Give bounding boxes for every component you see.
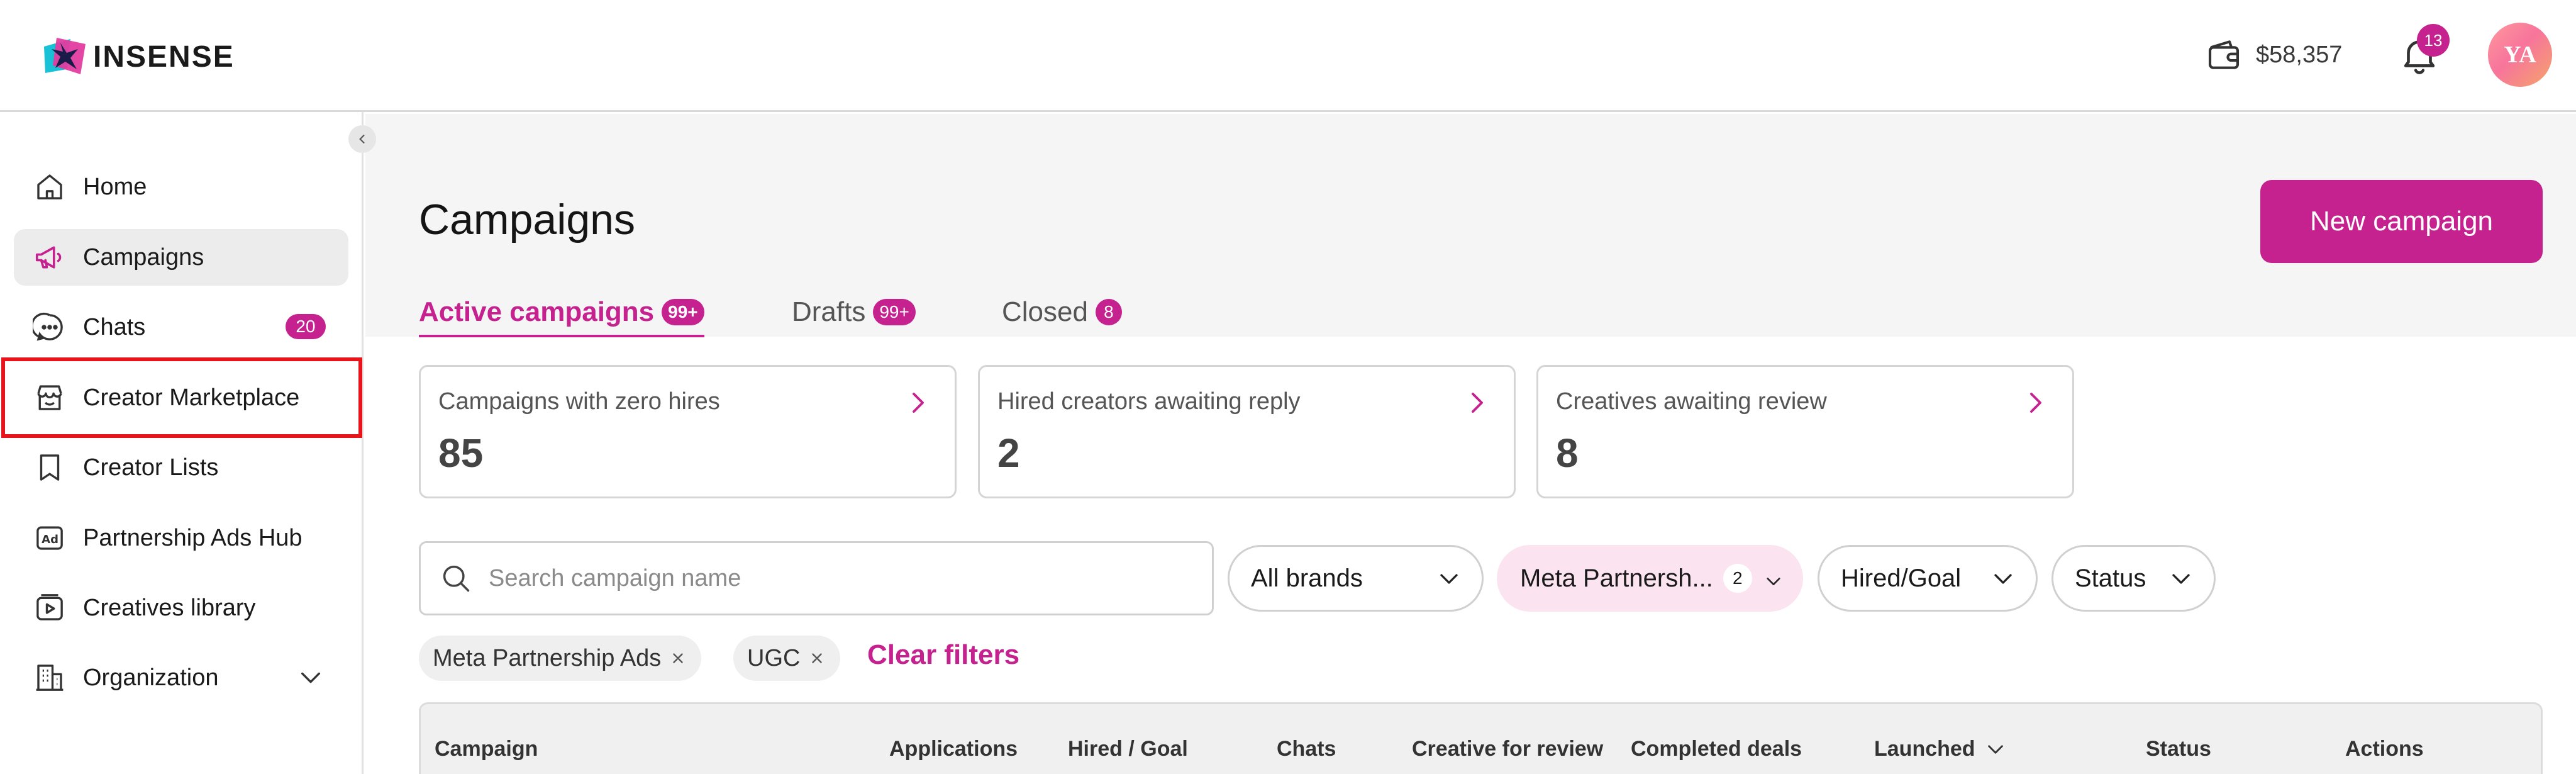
column-header-launched[interactable]: Launched [1874,737,2006,761]
sidebar-item-label: Organization [83,664,219,691]
column-header-hired-goal[interactable]: Hired / Goal [1068,737,1188,761]
chevron-right-icon [1472,393,1483,413]
sidebar-item-label: Creator Lists [83,454,219,481]
ad-icon: Ad [36,526,63,550]
sort-down-icon [1987,744,2003,754]
stat-card-zero-hires[interactable]: Campaigns with zero hires 85 [419,365,957,498]
stat-card-label: Campaigns with zero hires [438,388,720,415]
column-header-campaign[interactable]: Campaign [435,737,538,761]
tab-drafts[interactable]: Drafts 99+ [792,289,916,335]
sidebar-item-label: Home [83,173,147,200]
tab-label: Closed [1002,296,1088,327]
dropdown-value: All brands [1251,564,1363,592]
highlight-box [1,357,362,438]
tab-count-badge: 8 [1095,299,1122,325]
hired-goal-filter-dropdown[interactable]: Hired/Goal [1818,545,2038,612]
stat-card-label: Creatives awaiting review [1556,388,1827,415]
chip-label: UGC [747,644,801,671]
sidebar-item-chats[interactable]: Chats 20 [14,299,348,356]
insense-logo-icon [44,38,86,74]
sidebar-item-organization[interactable]: Organization [14,649,348,706]
column-header-label: Launched [1874,737,1975,761]
chevron-down-icon [2172,574,2190,584]
chevron-left-icon [359,135,365,143]
stat-card-value: 85 [438,430,484,476]
bookmark-icon [40,454,60,481]
chevron-right-icon [2030,393,2041,413]
stat-card-awaiting-review[interactable]: Creatives awaiting review 8 [1536,365,2074,498]
chevron-down-icon [1994,574,2012,584]
stat-card-value: 2 [997,430,1020,476]
wallet-amount: $58,357 [2256,41,2343,68]
user-avatar[interactable]: YA [2488,23,2552,87]
stat-card-awaiting-reply[interactable]: Hired creators awaiting reply 2 [978,365,1516,498]
chevron-right-icon [913,393,924,413]
building-icon [36,665,64,691]
filter-chip-ugc: UGC [733,636,841,681]
brands-filter-dropdown[interactable]: All brands [1228,545,1484,612]
sidebar-item-creatives-library[interactable]: Creatives library [14,580,348,636]
chat-icon [33,312,63,341]
tab-active-campaigns[interactable]: Active campaigns 99+ [419,289,704,337]
column-header-status[interactable]: Status [2146,737,2211,761]
sidebar-item-home[interactable]: Home [14,159,348,215]
page-title: Campaigns [419,196,635,244]
chip-label: Meta Partnership Ads [433,644,662,671]
close-icon[interactable] [809,650,825,666]
tab-count-badge: 99+ [662,299,704,325]
sidebar-item-creator-lists[interactable]: Creator Lists [14,439,348,496]
campaign-search [419,541,1214,615]
tab-closed[interactable]: Closed 8 [1002,289,1122,335]
svg-text:Ad: Ad [42,533,58,546]
campaigns-table: Campaign Applications Hired / Goal Chats… [419,702,2543,774]
filter-chip-meta-partnership-ads: Meta Partnership Ads [419,636,702,681]
sidebar-item-campaigns[interactable]: Campaigns [14,229,348,286]
megaphone-icon [35,246,62,269]
filter-count-badge: 2 [1723,564,1752,593]
sidebar-item-label: Chats [83,313,146,340]
video-library-icon [36,594,63,620]
sidebar-item-label: Partnership Ads Hub [83,524,303,551]
wallet-balance[interactable]: $58,357 [2204,35,2342,74]
column-header-actions: Actions [2345,737,2424,761]
column-header-completed-deals[interactable]: Completed deals [1631,737,1802,761]
search-input[interactable] [489,564,1180,592]
home-icon [37,174,62,199]
chevron-down-icon [1440,574,1458,584]
column-header-chats[interactable]: Chats [1277,737,1336,761]
column-header-applications[interactable]: Applications [889,737,1018,761]
dropdown-value: Meta Partnersh... [1520,564,1713,592]
notification-count-badge: 13 [2417,24,2450,57]
chevron-down-icon [301,672,320,683]
wallet-icon [2208,40,2240,69]
brand-logo[interactable]: INSENSE [42,33,235,81]
sidebar-item-partnership-ads-hub[interactable]: Ad Partnership Ads Hub [14,510,348,566]
top-header: INSENSE $58,357 13 YA [0,0,2576,112]
sidebar-item-label: Creatives library [83,594,256,621]
clear-filters-button[interactable]: Clear filters [867,639,1019,671]
sidebar-item-label: Campaigns [83,244,204,271]
chevron-down-icon [1767,578,1780,585]
column-header-creative-for-review[interactable]: Creative for review [1412,737,1603,761]
stat-card-value: 8 [1556,430,1579,476]
close-icon[interactable] [670,650,686,666]
status-filter-dropdown[interactable]: Status [2051,545,2216,612]
tab-count-badge: 99+ [873,299,916,325]
meta-partnership-filter-dropdown[interactable]: Meta Partnersh... 2 [1497,545,1803,612]
tab-label: Active campaigns [419,296,655,327]
dropdown-value: Status [2075,564,2146,592]
search-icon [443,565,470,592]
dropdown-value: Hired/Goal [1841,564,1962,592]
sidebar-collapse-button[interactable] [348,125,376,153]
brand-name: INSENSE [93,40,235,74]
new-campaign-button[interactable]: New campaign [2260,180,2543,263]
chats-count-badge: 20 [286,314,326,339]
tab-label: Drafts [792,296,866,327]
stat-card-label: Hired creators awaiting reply [997,388,1301,415]
